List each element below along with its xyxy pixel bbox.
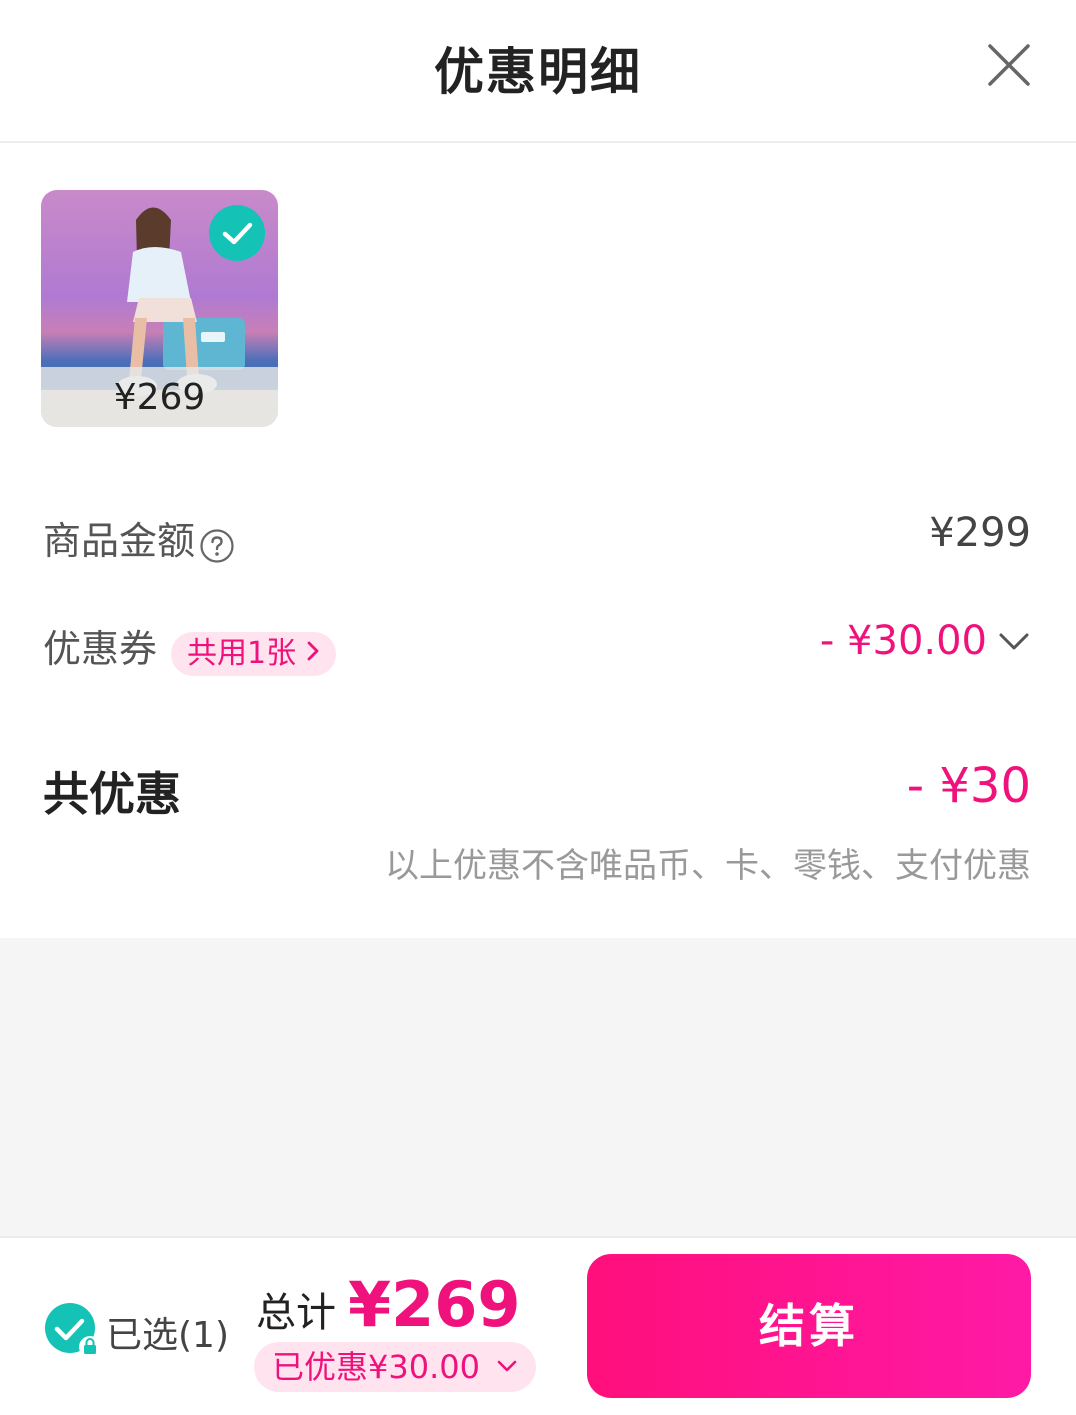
selected-check-badge[interactable] — [209, 205, 265, 261]
page-title: 优惠明细 — [434, 43, 642, 101]
goods-amount-label: 商品金额 — [43, 519, 196, 563]
coupon-count-chip[interactable]: 共用1张 — [171, 631, 337, 676]
checkout-button[interactable]: 结算 — [587, 1254, 1031, 1398]
coupon-row: 优惠券 共用1张 - ¥30.00 — [43, 618, 1031, 676]
total-price: 总计 ¥269 — [256, 1268, 521, 1341]
close-button[interactable] — [980, 36, 1038, 94]
total-discount-label: 共优惠 — [43, 767, 181, 821]
discount-summary-pill[interactable]: 已优惠¥30.00 — [254, 1342, 537, 1392]
coupon-label: 优惠券 — [43, 627, 158, 671]
close-icon — [988, 44, 1030, 86]
selected-count-label: 已选(1) — [106, 1315, 229, 1356]
product-thumbnail[interactable]: ¥269 — [41, 190, 278, 427]
coupon-value[interactable]: - ¥30.00 — [820, 618, 987, 664]
sheet-header: 优惠明细 — [0, 0, 1076, 143]
total-discount-row: 共优惠 - ¥30 — [43, 758, 1031, 824]
goods-amount-row: 商品金额 ¥299 — [43, 510, 1031, 565]
chevron-down-icon[interactable] — [997, 630, 1031, 654]
question-circle-icon[interactable] — [199, 528, 235, 564]
selected-lock-check-icon — [45, 1303, 100, 1358]
chevron-down-icon — [497, 1360, 517, 1372]
product-price: ¥269 — [41, 367, 278, 427]
total-word: 总计 — [256, 1290, 336, 1336]
discount-detail-sheet: 优惠明细 ¥269 商品金额 ¥299 优惠券 共用1张 - ¥30.00 共优… — [0, 0, 1076, 1415]
chevron-right-icon — [307, 641, 319, 661]
discount-note: 以上优惠不含唯品币、卡、零钱、支付优惠 — [385, 846, 1031, 886]
checkout-footer: 已选(1) 总计 ¥269 已优惠¥30.00 结算 — [0, 1236, 1076, 1415]
empty-area — [0, 938, 1076, 1236]
check-icon — [222, 222, 253, 245]
goods-amount-value: ¥299 — [929, 510, 1031, 556]
coupon-chip-label: 共用1张 — [187, 635, 297, 671]
discount-summary-label: 已优惠¥30.00 — [272, 1348, 480, 1386]
total-discount-value: - ¥30 — [906, 758, 1031, 814]
total-amount: ¥269 — [348, 1268, 521, 1341]
